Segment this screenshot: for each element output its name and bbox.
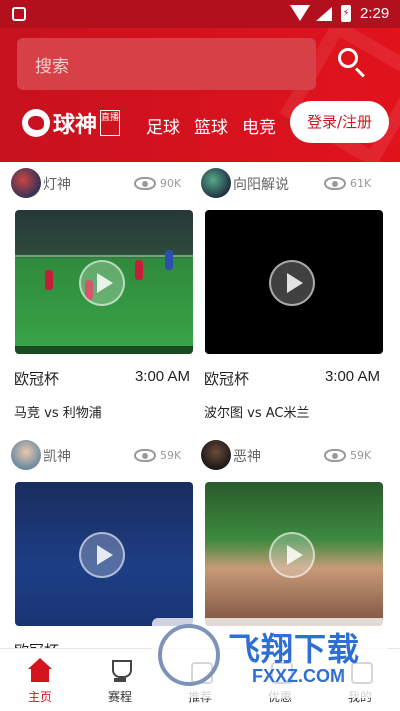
play-icon[interactable]	[269, 260, 315, 306]
logo-tag: 直播	[100, 110, 121, 136]
logo-name: 球神	[53, 112, 98, 138]
search-icon[interactable]	[336, 46, 370, 80]
status-bar: ⚡ 2:29	[0, 0, 400, 28]
tab-schedule[interactable]: 赛程	[80, 649, 160, 711]
tab-esports[interactable]: 电竞	[242, 113, 276, 138]
competition-label: 欧冠杯	[14, 370, 60, 388]
trophy-icon	[107, 658, 133, 684]
view-count: 59K	[160, 449, 182, 462]
competition-label: 欧冠杯	[204, 370, 250, 388]
tab-football[interactable]: 足球	[146, 113, 180, 138]
watermark-url: FXXZ.COM	[252, 666, 345, 686]
view-count: 61K	[350, 177, 372, 190]
avatar[interactable]	[201, 440, 231, 470]
search-input[interactable]: 搜索	[17, 38, 316, 90]
play-icon[interactable]	[79, 532, 125, 578]
author-row[interactable]: 灯神 90K	[0, 168, 182, 198]
watermark-logo: 飞翔下载 FXXZ.COM	[152, 618, 388, 698]
wifi-icon	[290, 5, 310, 21]
video-thumbnail[interactable]	[15, 482, 193, 626]
avatar[interactable]	[11, 440, 41, 470]
eye-icon	[324, 177, 346, 190]
view-count: 59K	[350, 449, 372, 462]
match-time: 3:00 AM	[324, 368, 380, 385]
author-name: 恶神	[233, 449, 261, 465]
tab-label: 赛程	[107, 690, 132, 704]
video-thumbnail[interactable]	[205, 210, 383, 354]
login-register-button[interactable]: 登录/注册	[290, 101, 389, 143]
author-row[interactable]: 恶神 59K	[190, 440, 372, 470]
view-count: 90K	[160, 177, 182, 190]
battery-icon: ⚡	[341, 5, 351, 22]
eye-icon	[324, 449, 346, 462]
watermark-emblem-icon	[158, 624, 220, 686]
play-icon[interactable]	[269, 532, 315, 578]
author-name: 灯神	[43, 177, 71, 193]
play-icon[interactable]	[79, 260, 125, 306]
video-thumbnail[interactable]	[15, 210, 193, 354]
eye-icon	[134, 449, 156, 462]
match-title: 波尔图 vs AC米兰	[204, 406, 310, 421]
status-time: 2:29	[360, 5, 390, 22]
author-row[interactable]: 凯神 59K	[0, 440, 182, 470]
search-placeholder: 搜索	[35, 57, 69, 77]
football-logo-icon	[22, 109, 50, 137]
match-time: 3:00 AM	[134, 368, 190, 385]
signal-icon	[316, 7, 332, 21]
author-row[interactable]: 向阳解说 61K	[190, 168, 372, 198]
shield-icon	[12, 7, 26, 21]
author-name: 凯神	[43, 449, 71, 465]
tab-label: 主页	[27, 690, 52, 704]
avatar[interactable]	[11, 168, 41, 198]
thumbnail-caption-strip	[15, 346, 193, 354]
avatar[interactable]	[201, 168, 231, 198]
thumbnail-caption-strip	[205, 346, 383, 354]
app-header: 搜索 球神 直播 足球 篮球 电竞 登录/注册	[0, 28, 400, 162]
app-logo: 球神 直播	[22, 108, 121, 138]
tab-basketball[interactable]: 篮球	[194, 113, 228, 138]
watermark-title: 飞翔下载	[228, 630, 361, 668]
author-name: 向阳解说	[233, 177, 289, 193]
eye-icon	[134, 177, 156, 190]
tab-home[interactable]: 主页	[0, 649, 80, 711]
home-icon	[27, 658, 53, 684]
video-thumbnail[interactable]	[205, 482, 383, 626]
match-title: 马竞 vs 利物浦	[14, 406, 102, 421]
